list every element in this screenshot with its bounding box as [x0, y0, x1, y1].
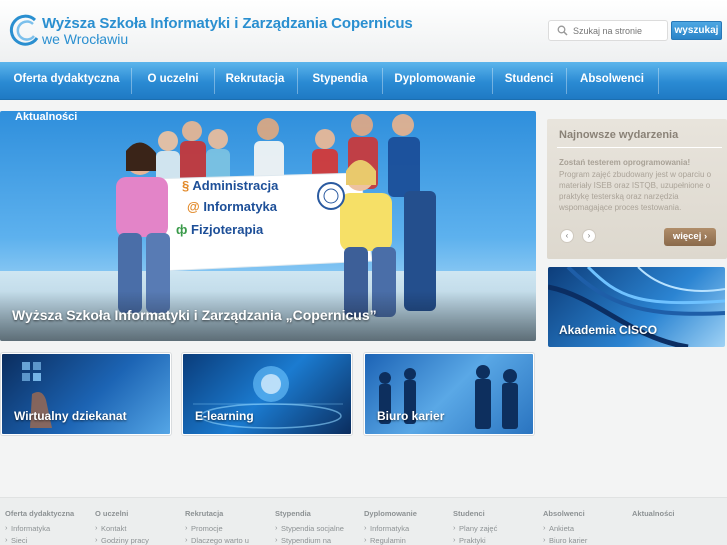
- search-input[interactable]: [573, 23, 665, 38]
- hero-caption[interactable]: Wyższa Szkoła Informatyki i Zarządzania …: [12, 307, 377, 323]
- more-button[interactable]: więcej ›: [664, 228, 716, 246]
- tile-label: E-learning: [195, 409, 254, 423]
- nav-item-dyplomowanie[interactable]: Dyplomowanie: [388, 62, 482, 100]
- footer-link[interactable]: Informatyka: [364, 523, 452, 533]
- nav-separator: [492, 68, 493, 94]
- nav-item-rekrutacja[interactable]: Rekrutacja: [220, 62, 290, 100]
- footer: Oferta dydaktyczna Informatyka Sieci O u…: [0, 497, 727, 545]
- tile-e-learning[interactable]: E-learning: [182, 353, 352, 435]
- footer-link[interactable]: Godziny pracy: [95, 535, 183, 545]
- main-navigation: Oferta dydaktyczna O uczelni Rekrutacja …: [0, 62, 727, 100]
- tile-virtual-dean-office[interactable]: Wirtualny dziekanat: [1, 353, 171, 435]
- footer-column: O uczelni Kontakt Godziny pracy: [95, 509, 183, 545]
- section-symbol-icon: §: [182, 178, 190, 193]
- cisco-label: Akademia CISCO: [559, 323, 658, 337]
- footer-column: Dyplomowanie Informatyka Regulamin: [364, 509, 452, 545]
- footer-link[interactable]: Promocje: [185, 523, 273, 533]
- nav-item-absolwenci[interactable]: Absolwenci: [572, 62, 652, 100]
- footer-link[interactable]: Stypendia socjalne: [275, 523, 363, 533]
- banner-line-administracja: § Administracja: [182, 178, 278, 193]
- footer-column-title[interactable]: Oferta dydaktyczna: [5, 509, 93, 518]
- footer-column: Aktualności: [632, 509, 720, 518]
- footer-column-title[interactable]: Studenci: [453, 509, 541, 518]
- previous-event-button[interactable]: ‹: [560, 229, 574, 243]
- hero-slideshow[interactable]: § Administracja @ Informatyka ф Fizjoter…: [0, 111, 536, 341]
- footer-column: Absolwenci Ankieta Biuro karier: [543, 509, 631, 545]
- events-panel: Najnowsze wydarzenia Zostań testerem opr…: [547, 119, 727, 259]
- event-headline[interactable]: Zostań testerem oprogramowania!: [559, 158, 690, 167]
- footer-column-title[interactable]: Stypendia: [275, 509, 363, 518]
- at-symbol-icon: @: [187, 199, 200, 214]
- nav-separator: [297, 68, 298, 94]
- banner-line-informatyka: @ Informatyka: [187, 199, 277, 214]
- footer-column-title[interactable]: Aktualności: [632, 509, 720, 518]
- footer-link[interactable]: Informatyka: [5, 523, 93, 533]
- footer-link[interactable]: Regulamin: [364, 535, 452, 545]
- footer-column: Rekrutacja Promocje Dlaczego warto u: [185, 509, 273, 545]
- logo-title[interactable]: Wyższa Szkoła Informatyki i Zarządzania …: [42, 15, 413, 32]
- footer-link[interactable]: Dlaczego warto u: [185, 535, 273, 545]
- caduceus-icon: ф: [176, 222, 188, 237]
- logo-swoosh-icon[interactable]: [9, 14, 41, 46]
- page-header: Wyższa Szkoła Informatyki i Zarządzania …: [0, 0, 727, 62]
- chevron-left-icon: ‹: [565, 231, 569, 240]
- hero-section-label[interactable]: Aktualności: [15, 111, 77, 123]
- search-box: [548, 20, 668, 41]
- search-button[interactable]: wyszukaj: [671, 21, 722, 40]
- footer-link[interactable]: Ankieta: [543, 523, 631, 533]
- banner-line-text: Fizjoterapia: [191, 222, 264, 237]
- footer-column: Studenci Plany zajęć Praktyki: [453, 509, 541, 545]
- nav-separator: [658, 68, 659, 94]
- event-description: Program zajęć zbudowany jest w oparciu o…: [559, 170, 712, 212]
- nav-item-studenci[interactable]: Studenci: [498, 62, 560, 100]
- search-icon: [557, 25, 568, 36]
- footer-link[interactable]: Stypendium na: [275, 535, 363, 545]
- nav-separator: [214, 68, 215, 94]
- banner-line-text: Informatyka: [203, 199, 278, 214]
- footer-column-title[interactable]: Absolwenci: [543, 509, 631, 518]
- events-title: Najnowsze wydarzenia: [559, 129, 679, 141]
- nav-separator: [566, 68, 567, 94]
- footer-link[interactable]: Biuro karier: [543, 535, 631, 545]
- nav-item-o-uczelni[interactable]: O uczelni: [138, 62, 208, 100]
- tile-label: Wirtualny dziekanat: [14, 409, 127, 423]
- cisco-academy-tile[interactable]: Akademia CISCO: [548, 267, 725, 347]
- nav-item-oferta-dydaktyczna[interactable]: Oferta dydaktyczna: [8, 62, 125, 100]
- next-event-button[interactable]: ›: [582, 229, 596, 243]
- events-divider: [557, 147, 722, 148]
- footer-column: Stypendia Stypendia socjalne Stypendium …: [275, 509, 363, 545]
- university-seal-icon: [317, 182, 345, 210]
- footer-column-title[interactable]: O uczelni: [95, 509, 183, 518]
- footer-column: Oferta dydaktyczna Informatyka Sieci: [5, 509, 93, 545]
- nav-separator: [131, 68, 132, 94]
- logo-subtitle[interactable]: we Wrocławiu: [42, 31, 128, 47]
- tile-label: Biuro karier: [377, 409, 445, 423]
- banner-line-fizjoterapia: ф Fizjoterapia: [176, 222, 263, 237]
- footer-link[interactable]: Kontakt: [95, 523, 183, 533]
- footer-column-title[interactable]: Dyplomowanie: [364, 509, 452, 518]
- footer-link[interactable]: Sieci: [5, 535, 93, 545]
- tile-career-office[interactable]: Biuro karier: [364, 353, 534, 435]
- nav-item-stypendia[interactable]: Stypendia: [304, 62, 376, 100]
- banner-line-text: Administracja: [192, 178, 279, 193]
- footer-link[interactable]: Praktyki: [453, 535, 541, 545]
- footer-column-title[interactable]: Rekrutacja: [185, 509, 273, 518]
- nav-separator: [382, 68, 383, 94]
- footer-link[interactable]: Plany zajęć: [453, 523, 541, 533]
- chevron-right-icon: ›: [587, 231, 591, 240]
